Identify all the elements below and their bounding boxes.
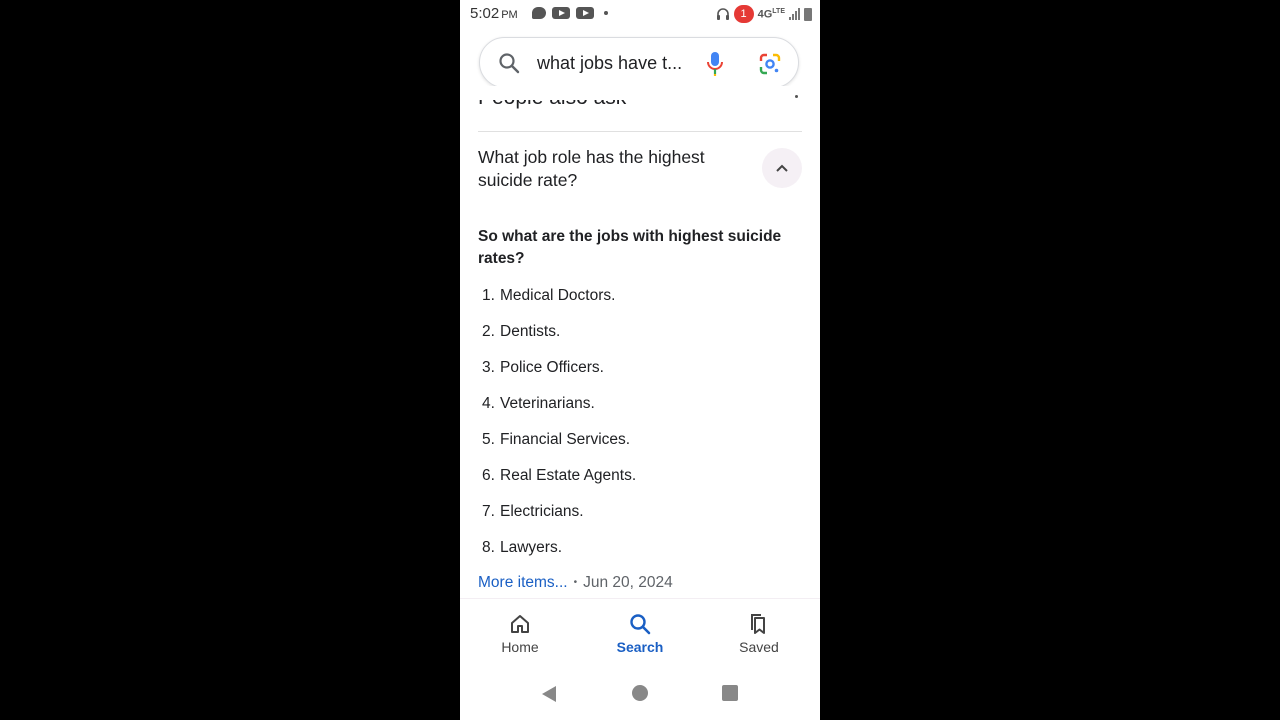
answer-list: 1. Medical Doctors. 2. Dentists. 3. Police … — [482, 284, 636, 572]
list-item-text: Dentists. — [500, 323, 561, 340]
status-bar: 5:02 PM 1 4GLTE — [460, 0, 820, 28]
youtube-icon — [576, 7, 594, 19]
home-icon — [511, 615, 529, 633]
list-item: 3. Police Officers. — [482, 356, 636, 392]
system-nav-bar — [460, 670, 820, 720]
list-item-text: Veterinarians. — [500, 395, 595, 412]
nav-home[interactable]: Home — [470, 613, 570, 655]
list-item-number: 5. — [482, 431, 495, 448]
nav-home-label: Home — [501, 639, 539, 655]
list-item: 7. Electricians. — [482, 500, 636, 536]
recent-apps-icon[interactable] — [722, 685, 738, 701]
list-item-number: 4. — [482, 395, 495, 412]
more-notifications-dot-icon — [604, 11, 608, 15]
list-item: 1. Medical Doctors. — [482, 284, 636, 320]
system-status-icons: 1 4GLTE — [716, 5, 812, 23]
answer-title: So what are the jobs with highest suicid… — [478, 228, 782, 267]
list-item-text: Lawyers. — [500, 539, 563, 556]
notification-badge: 1 — [733, 5, 754, 23]
list-item-text: Medical Doctors. — [500, 287, 616, 304]
list-item-number: 3. — [482, 359, 495, 376]
status-time-ampm: PM — [501, 9, 518, 21]
answer-date: Jun 20, 2024 — [583, 574, 673, 591]
list-item-number: 8. — [482, 539, 495, 556]
chevron-up-icon — [776, 164, 788, 172]
nav-search[interactable]: Search — [590, 613, 690, 655]
search-input[interactable]: what jobs have t... — [537, 53, 687, 74]
lens-icon[interactable] — [758, 52, 782, 76]
list-item-number: 1. — [482, 287, 495, 304]
list-item-number: 7. — [482, 503, 495, 520]
list-item: 5. Financial Services. — [482, 428, 636, 464]
list-item-number: 6. — [482, 467, 495, 484]
bookmarks-icon — [751, 614, 765, 634]
nav-search-label: Search — [616, 639, 664, 655]
scroll-mask — [460, 86, 820, 100]
home-circle-icon[interactable] — [632, 685, 648, 701]
more-items-link[interactable]: More items... — [478, 574, 568, 591]
mic-icon[interactable] — [706, 51, 724, 77]
headset-icon — [716, 8, 729, 20]
list-item-text: Police Officers. — [500, 359, 604, 376]
signal-icon — [789, 8, 800, 20]
chat-icon — [532, 7, 546, 19]
more-items-row: More items... • Jun 20, 2024 — [478, 574, 673, 592]
list-item-number: 2. — [482, 323, 495, 340]
network-type-sup: LTE — [772, 7, 785, 15]
nav-saved[interactable]: Saved — [709, 613, 809, 655]
list-item-text: Real Estate Agents. — [500, 467, 637, 484]
back-icon[interactable] — [540, 685, 558, 703]
search-bar[interactable]: what jobs have t... — [479, 37, 799, 88]
list-item-text: Financial Services. — [500, 431, 631, 448]
nav-saved-label: Saved — [739, 639, 779, 655]
bottom-nav: Home Search Saved — [460, 598, 820, 671]
list-item: 4. Veterinarians. — [482, 392, 636, 428]
paa-question[interactable]: What job role has the highest suicide ra… — [478, 146, 748, 192]
divider — [478, 131, 802, 132]
list-item-text: Electricians. — [500, 503, 584, 520]
search-icon — [630, 614, 651, 635]
list-item: 6. Real Estate Agents. — [482, 464, 636, 500]
status-time-value: 5:02 — [470, 5, 500, 22]
network-type-label: 4G — [757, 8, 773, 21]
status-time: 5:02 PM — [470, 5, 518, 22]
battery-icon — [804, 7, 812, 21]
collapse-button[interactable] — [762, 148, 802, 188]
youtube-icon — [552, 7, 570, 19]
separator: • — [573, 577, 578, 589]
search-icon[interactable] — [498, 52, 520, 74]
network-type: 4GLTE — [758, 8, 785, 21]
phone-screen: 5:02 PM 1 4GLTE what jobs have t... What… — [460, 0, 820, 720]
notification-icons — [532, 7, 608, 19]
more-options-icon[interactable] — [795, 95, 798, 98]
list-item: 2. Dentists. — [482, 320, 636, 356]
list-item: 8. Lawyers. — [482, 536, 636, 572]
